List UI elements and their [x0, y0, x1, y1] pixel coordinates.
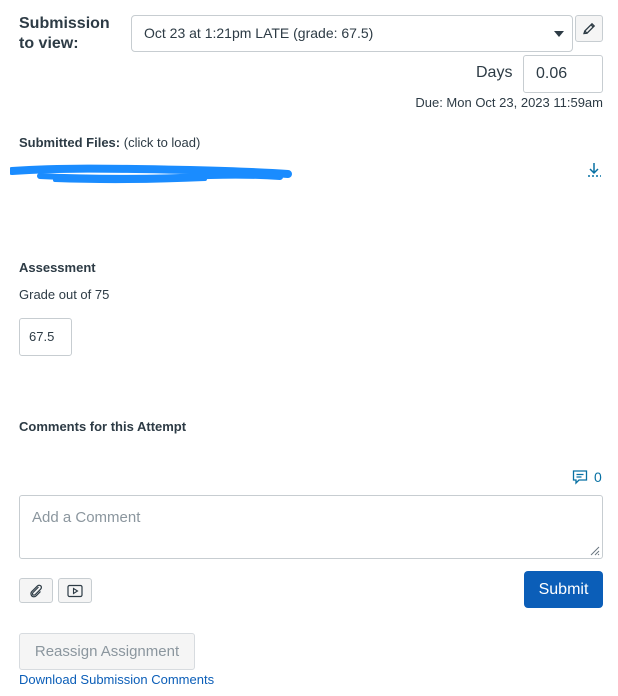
comment-count-button[interactable]: 0 [572, 469, 602, 485]
download-icon[interactable] [585, 161, 603, 179]
due-date: Due: Mon Oct 23, 2023 11:59am [415, 95, 603, 110]
days-late-input[interactable]: 0.06 [523, 55, 603, 93]
comment-placeholder: Add a Comment [32, 509, 141, 526]
media-icon [67, 584, 83, 597]
submitted-files-label: Submitted Files: (click to load) [19, 135, 200, 150]
comment-textarea[interactable]: Add a Comment [19, 495, 603, 559]
submission-select[interactable]: Oct 23 at 1:21pm LATE (grade: 67.5) [131, 15, 573, 52]
submission-selected-value: Oct 23 at 1:21pm LATE (grade: 67.5) [144, 25, 374, 41]
reassign-assignment-button[interactable]: Reassign Assignment [19, 633, 195, 670]
grade-out-of-label: Grade out of 75 [19, 287, 110, 302]
submitted-files-title: Submitted Files: [19, 135, 121, 150]
chevron-down-icon [554, 31, 564, 37]
days-label: Days [476, 64, 513, 81]
media-comment-button[interactable] [58, 578, 92, 603]
attach-file-button[interactable] [19, 578, 53, 603]
pencil-icon [583, 22, 596, 34]
submitted-files-hint: (click to load) [123, 135, 201, 150]
assessment-heading: Assessment [19, 260, 96, 275]
submit-comment-button[interactable]: Submit [524, 571, 603, 608]
redacted-file-link[interactable] [10, 161, 292, 185]
edit-submission-button[interactable] [575, 15, 603, 42]
comment-bubble-icon [572, 470, 588, 485]
comment-count: 0 [594, 469, 602, 485]
download-submission-comments-link[interactable]: Download Submission Comments [19, 672, 214, 687]
grade-input[interactable]: 67.5 [19, 318, 72, 356]
resize-handle-icon[interactable] [588, 544, 600, 556]
submission-label: Submission to view: [19, 15, 110, 52]
paperclip-icon [30, 584, 42, 597]
comments-heading: Comments for this Attempt [19, 419, 187, 434]
